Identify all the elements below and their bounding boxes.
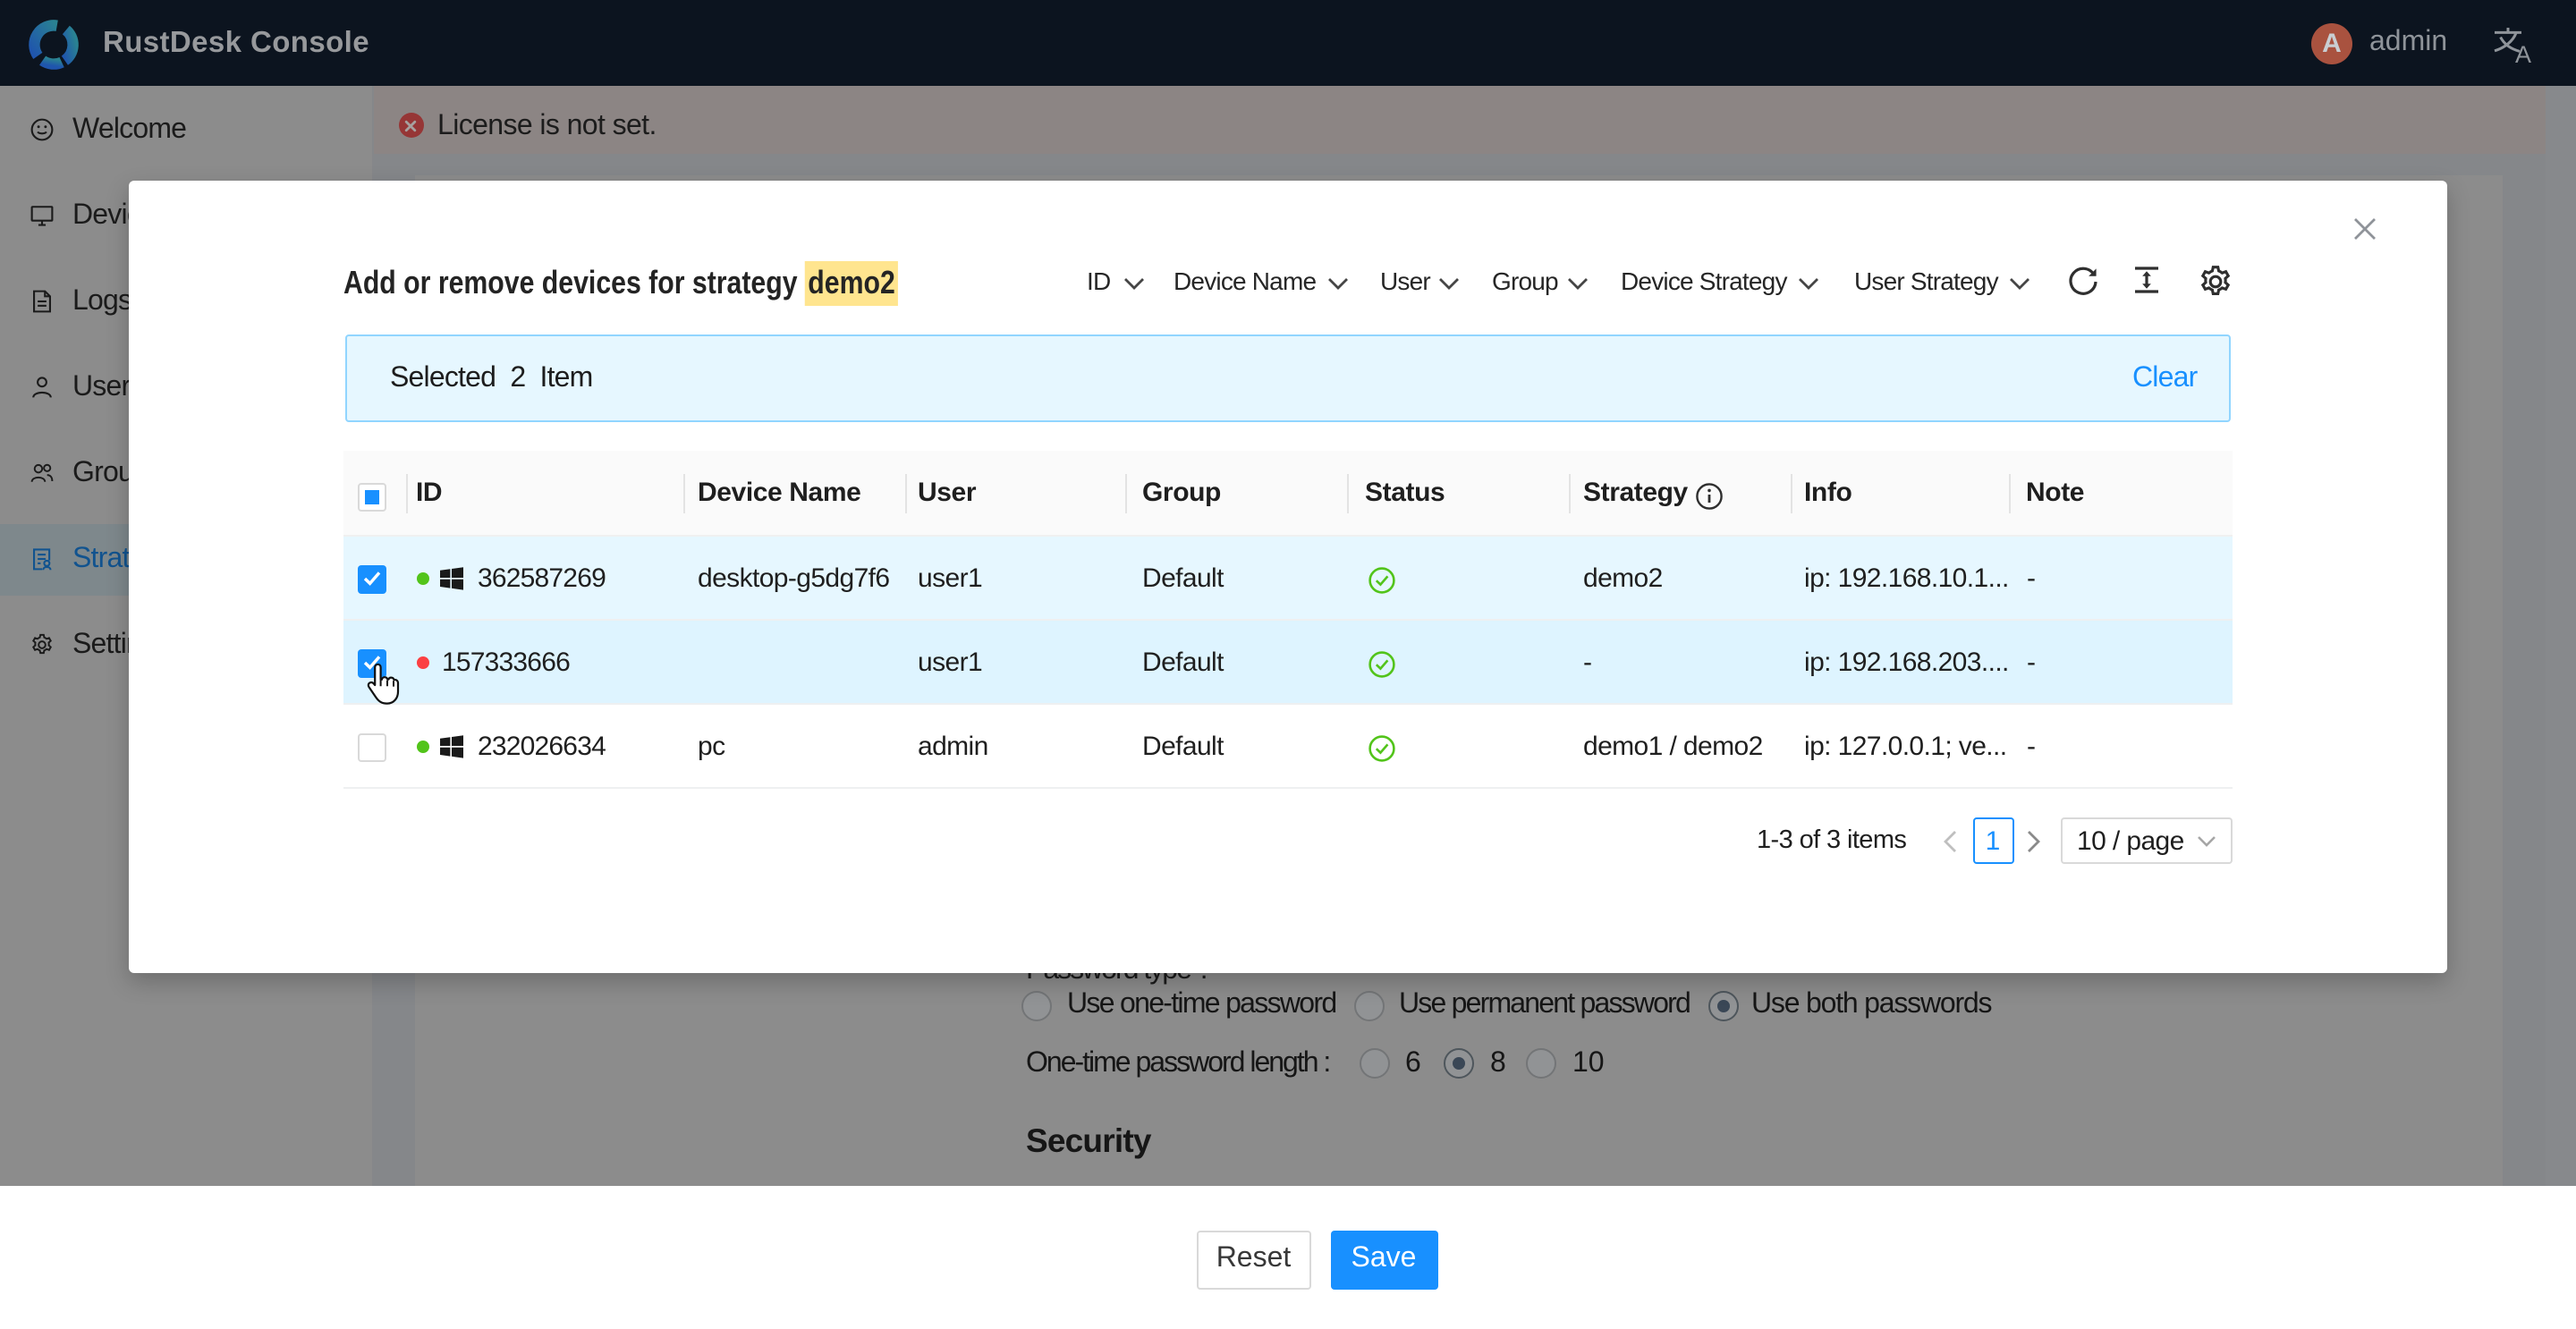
svg-text:A: A xyxy=(2515,40,2531,67)
